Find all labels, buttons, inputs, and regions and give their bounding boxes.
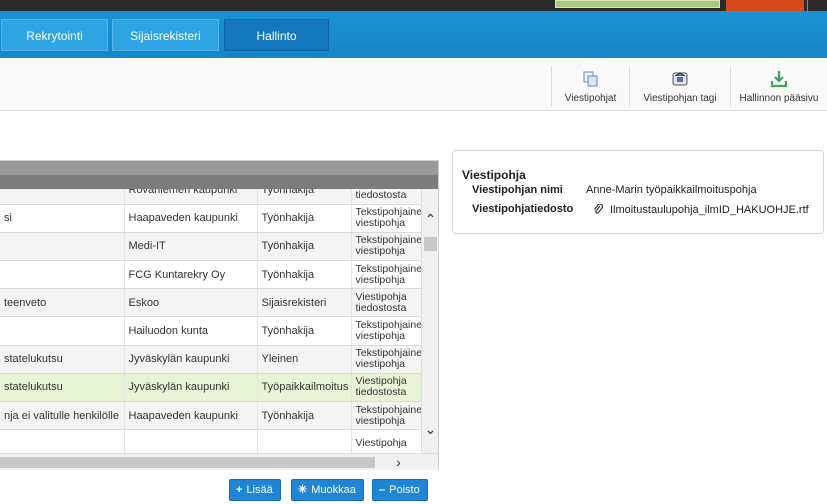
cell-name — [0, 316, 125, 346]
cell-organization: Medi-IT — [124, 232, 258, 262]
toolbar: Viestipohjat Viestipohjan tagi Hallinnon… — [0, 58, 827, 111]
table-row[interactable]: Hailuodon kunta Työnhakija Tekstipohjain… — [0, 316, 421, 346]
cell-type: Työnhakija — [257, 260, 352, 290]
template-file-label: Viestipohjatiedosto — [472, 203, 574, 215]
template-detail-panel: Viestipohja Viestipohjan nimi Anne-Marin… — [452, 150, 824, 234]
grid-body: Rovaniemen kaupunki Työnhakija Viestipoh… — [0, 189, 421, 453]
main-navigation: Rekrytointi Sijaisrekisteri Hallinto — [0, 11, 827, 58]
template-name-value: Anne-Marin työpaikkailmoituspohja — [586, 184, 757, 196]
cell-type: Työnhakija — [257, 316, 352, 346]
tag-icon — [672, 72, 688, 86]
cell-type: Työpaikkailmoitus — [257, 373, 352, 403]
template-file-link[interactable]: Ilmoitustaulupohja_ilmID_HAKUOHJE.rtf — [610, 204, 809, 216]
cell-kind: Tekstipohjainen viestipohja — [351, 316, 421, 346]
tab-hallinto[interactable]: Hallinto — [224, 19, 329, 51]
add-label: Lisää — [246, 484, 273, 496]
cell-kind: Viestipohja tiedostosta — [351, 373, 421, 403]
cell-type: Työnhakija — [257, 232, 352, 262]
cell-type: Yleinen — [257, 345, 352, 374]
chevron-right-icon[interactable]: › — [390, 454, 407, 471]
gear-icon: ✳ — [298, 484, 308, 496]
table-row[interactable]: nja ei valitulle henkilölle Haapaveden k… — [0, 401, 421, 431]
hallinnon-paasivu-button[interactable]: Hallinnon pääsivu — [730, 66, 827, 106]
tab-rekrytointi[interactable]: Rekrytointi — [1, 19, 108, 51]
top-search-box[interactable] — [555, 0, 720, 8]
top-alert-button[interactable] — [726, 0, 804, 11]
minus-icon: – — [379, 484, 386, 496]
cell-organization: Eskoo — [124, 288, 258, 318]
cell-kind: Tekstipohjainen viestipohja — [351, 345, 421, 374]
chevron-up-icon[interactable]: ⌃ — [422, 211, 439, 227]
viestipohjat-label: Viestipohjat — [564, 93, 617, 104]
horizontal-scroll-thumb[interactable] — [0, 457, 375, 468]
edit-button[interactable]: ✳ Muokkaa — [291, 479, 364, 501]
cell-organization: Jyväskylän kaupunki — [124, 345, 258, 374]
vertical-scroll-thumb[interactable] — [424, 237, 437, 251]
cell-kind: Tekstipohjainen viestipohja — [351, 260, 421, 290]
delete-button[interactable]: – Poisto — [372, 479, 428, 501]
chevron-down-icon[interactable]: ⌄ — [422, 421, 439, 437]
cell-organization — [124, 429, 258, 453]
cell-type — [257, 429, 352, 453]
cell-type: Työnhakija — [257, 204, 352, 233]
cell-name — [0, 260, 125, 290]
edit-label: Muokkaa — [311, 484, 356, 496]
viestipohjat-button[interactable]: Viestipohjat — [551, 66, 629, 106]
cell-kind: Tekstipohjainen viestipohja — [351, 401, 421, 431]
cell-type: Sijaisrekisteri — [257, 288, 352, 318]
cell-organization: Haapaveden kaupunki — [124, 204, 258, 233]
table-row[interactable]: si Haapaveden kaupunki Työnhakija Teksti… — [0, 204, 421, 233]
cell-name: statelukutsu — [0, 345, 125, 374]
cell-type: Työnhakija — [257, 189, 352, 205]
hallinnon-paasivu-label: Hallinnon pääsivu — [739, 93, 819, 104]
table-row[interactable]: statelukutsu Jyväskylän kaupunki Yleinen… — [0, 345, 421, 374]
table-row[interactable]: Medi-IT Työnhakija Tekstipohjainen viest… — [0, 232, 421, 262]
table-row-selected[interactable]: statelukutsu Jyväskylän kaupunki Työpaik… — [0, 373, 421, 403]
cell-organization: FCG Kuntarekry Oy — [124, 260, 258, 290]
cell-kind: Viestipohja tiedostosta — [351, 288, 421, 318]
table-row[interactable]: FCG Kuntarekry Oy Työnhakija Tekstipohja… — [0, 260, 421, 290]
viestipohjan-tagi-button[interactable]: Viestipohjan tagi — [629, 66, 730, 106]
cell-kind: Viestipohja — [351, 429, 421, 453]
cell-organization: Haapaveden kaupunki — [124, 401, 258, 431]
cell-kind: Tekstipohjainen viestipohja — [351, 204, 421, 233]
cell-kind: Tekstipohjainen viestipohja — [351, 232, 421, 262]
panel-title: Viestipohja — [462, 168, 526, 182]
plus-icon: + — [236, 484, 243, 496]
horizontal-scrollbar[interactable]: › — [0, 453, 438, 470]
cell-name — [0, 429, 125, 453]
vertical-scrollbar[interactable]: ⌃ ⌄ — [421, 189, 438, 453]
tab-sijaisrekisteri[interactable]: Sijaisrekisteri — [112, 19, 219, 51]
top-corner-icon[interactable] — [807, 0, 827, 11]
table-row[interactable]: Rovaniemen kaupunki Työnhakija Viestipoh… — [0, 189, 421, 205]
cell-name — [0, 189, 125, 205]
top-strip — [0, 0, 827, 11]
table-row[interactable]: teenveto Eskoo Sijaisrekisteri Viestipoh… — [0, 288, 421, 318]
cell-name: statelukutsu — [0, 373, 125, 403]
cell-kind: Viestipohja tiedostosta — [351, 189, 421, 205]
cell-type: Työnhakija — [257, 401, 352, 431]
cell-name: teenveto — [0, 288, 125, 318]
delete-label: Poisto — [389, 484, 420, 496]
add-button[interactable]: + Lisää — [229, 479, 281, 501]
templates-grid: Rovaniemen kaupunki Työnhakija Viestipoh… — [0, 160, 439, 470]
cell-name: nja ei valitulle henkilölle — [0, 401, 125, 431]
grid-header — [0, 161, 438, 189]
templates-icon — [583, 71, 597, 87]
cell-organization: Hailuodon kunta — [124, 316, 258, 346]
table-row[interactable]: Viestipohja — [0, 429, 421, 453]
cell-name — [0, 232, 125, 262]
paperclip-icon — [593, 203, 604, 218]
cell-name: si — [0, 204, 125, 233]
cell-organization: Rovaniemen kaupunki — [124, 189, 258, 205]
viestipohjan-tagi-label: Viestipohjan tagi — [643, 93, 717, 104]
download-icon — [770, 71, 788, 88]
cell-organization: Jyväskylän kaupunki — [124, 373, 258, 403]
template-name-label: Viestipohjan nimi — [472, 184, 563, 196]
